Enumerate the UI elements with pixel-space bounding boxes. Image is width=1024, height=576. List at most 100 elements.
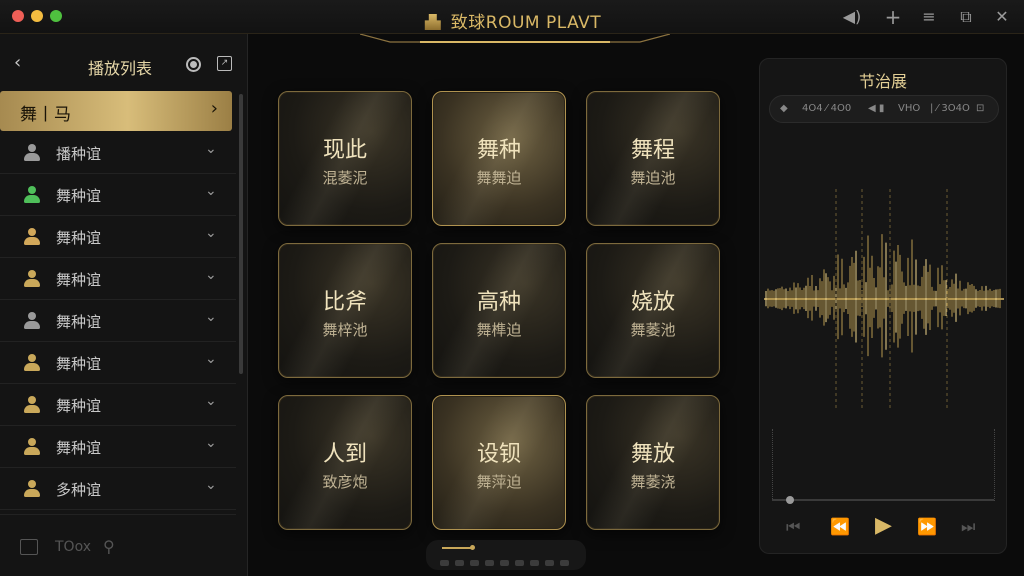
tile-subtitle: 舞梓池	[322, 321, 368, 339]
sidebar-item-label: 舞种谊	[56, 229, 102, 247]
sidebar-item[interactable]: 舞种谊 ⌄	[0, 174, 236, 216]
dance-tile[interactable]: 设钡 舞萍迫	[432, 395, 566, 530]
panel-tool[interactable]: VHO	[898, 103, 920, 114]
title-bar: 致球ROUM PLAVT ◀) + ≡ ⧉ ✕	[0, 0, 1024, 34]
app-title: 致球ROUM PLAVT	[0, 8, 1024, 33]
page-dot[interactable]	[500, 560, 509, 566]
person-icon	[24, 270, 40, 288]
chevron-down-icon[interactable]: ⌄	[205, 141, 217, 157]
page-dot[interactable]	[515, 560, 524, 566]
page-dot[interactable]	[470, 560, 479, 566]
chevron-down-icon[interactable]: ⌄	[205, 351, 217, 367]
seek-knob[interactable]	[786, 496, 794, 504]
page-dot[interactable]	[440, 560, 449, 566]
title-ornament	[360, 34, 670, 43]
record-icon[interactable]	[186, 57, 201, 72]
panel-tool[interactable]: ⊡	[976, 103, 984, 114]
transport-controls: ⏮ ⏪ ▶ ⏩ ⏭	[760, 513, 1008, 543]
sidebar-item[interactable]: 播种谊 ⌄	[0, 132, 236, 174]
device-icon[interactable]	[20, 539, 38, 555]
range-marker-right	[994, 429, 995, 501]
panel-tool[interactable]: | ⁄ 3O4O	[930, 103, 970, 114]
sidebar-footer: TOox ⚲	[0, 514, 236, 576]
playlist-sidebar: ‹ 播放列表 ↗ 舞⼁马 › 播种谊 ⌄ 舞种谊 ⌄ 舞种谊 ⌄ 舞种谊 ⌄ 舞种谊 ⌄ 舞种谊 ⌄ 舞…	[0, 34, 248, 576]
sidebar-item-label: 舞⼁马	[20, 105, 71, 125]
tile-title: 现此	[322, 138, 367, 163]
person-icon	[24, 396, 40, 414]
microphone-icon[interactable]: ⚲	[103, 537, 115, 556]
tile-subtitle: 致彦炮	[322, 473, 368, 491]
page-dot[interactable]	[560, 560, 569, 566]
sidebar-item[interactable]: 舞种谊 ⌄	[0, 426, 236, 468]
skip-start-icon[interactable]: ⏮	[786, 517, 800, 537]
chart-icon[interactable]: ↗	[217, 56, 232, 71]
page-indicator[interactable]	[426, 540, 586, 570]
chevron-down-icon[interactable]: ⌄	[205, 393, 217, 409]
footer-label: TOox	[55, 539, 91, 555]
sidebar-item[interactable]: 舞种谊 ⌄	[0, 384, 236, 426]
panel-tool[interactable]: ◆	[780, 103, 788, 114]
dance-tile[interactable]: ⼈到 致彦炮	[278, 395, 412, 530]
person-icon	[24, 354, 40, 372]
tile-title: 高种	[476, 290, 521, 315]
chevron-down-icon[interactable]: ⌄	[205, 183, 217, 199]
person-icon	[24, 144, 40, 162]
panel-tool[interactable]: ◀ ▮	[868, 103, 884, 114]
skip-end-icon[interactable]: ⏭	[961, 517, 975, 537]
chevron-down-icon[interactable]: ⌄	[205, 225, 217, 241]
app-title-text: 致球ROUM PLAVT	[450, 13, 602, 33]
sidebar-item-active[interactable]: 舞⼁马 ›	[0, 91, 232, 131]
chevron-down-icon[interactable]: ⌄	[205, 267, 217, 283]
sidebar-header: ‹ 播放列表 ↗	[0, 52, 248, 78]
crown-logo-icon	[424, 14, 441, 30]
dance-tile[interactable]: 舞放 舞萎浇	[586, 395, 720, 530]
dance-tile[interactable]: 高种 舞榫迫	[432, 243, 566, 378]
dance-tile[interactable]: 娆放 舞萎池	[586, 243, 720, 378]
panel-tool[interactable]: 4O4 ⁄ 4O0	[802, 103, 851, 114]
volume-icon[interactable]: ◀)	[842, 7, 862, 27]
dance-tile[interactable]: 现此 混萎泥	[278, 91, 412, 226]
person-icon	[24, 312, 40, 330]
tile-title: 舞程	[630, 138, 675, 163]
back-icon[interactable]: ‹	[14, 52, 21, 73]
chevron-down-icon[interactable]: ⌄	[205, 309, 217, 325]
person-icon	[24, 480, 40, 498]
dance-tile[interactable]: 比斧 舞梓池	[278, 243, 412, 378]
sidebar-scrollbar[interactable]	[239, 94, 243, 374]
person-icon	[24, 228, 40, 246]
filter-icon[interactable]: ≡	[919, 7, 939, 27]
tile-subtitle: 舞迫池	[630, 169, 676, 187]
fast-forward-icon[interactable]: ⏩	[917, 517, 937, 536]
tile-subtitle: 舞萎池	[630, 321, 676, 339]
sidebar-item[interactable]: 舞种谊 ⌄	[0, 258, 236, 300]
tile-subtitle: 舞榫迫	[476, 321, 522, 339]
chevron-down-icon[interactable]: ⌄	[205, 477, 217, 493]
waveform-panel: 节治展 ◆ 4O4 ⁄ 4O0 ◀ ▮ VHO | ⁄ 3O4O ⊡ ⏮ ⏪ ▶ ⏩ ⏭	[759, 58, 1007, 554]
sidebar-list: 播种谊 ⌄ 舞种谊 ⌄ 舞种谊 ⌄ 舞种谊 ⌄ 舞种谊 ⌄ 舞种谊 ⌄ 舞种谊 ⌄ 舞种谊 ⌄ 多种谊 ⌄	[0, 132, 236, 510]
tile-subtitle: 舞萍迫	[476, 473, 522, 491]
sidebar-item[interactable]: 多种谊 ⌄	[0, 468, 236, 510]
close-icon[interactable]: ✕	[992, 7, 1012, 27]
rewind-icon[interactable]: ⏪	[830, 517, 850, 536]
page-slider[interactable]	[442, 545, 475, 550]
page-dot[interactable]	[530, 560, 539, 566]
audio-waveform[interactable]	[764, 184, 1004, 414]
page-dot[interactable]	[485, 560, 494, 566]
sidebar-item[interactable]: 舞种谊 ⌄	[0, 216, 236, 258]
sidebar-item-label: 舞种谊	[56, 355, 102, 373]
add-icon[interactable]: +	[883, 7, 903, 27]
tile-title: ⼈到	[322, 442, 367, 467]
chevron-right-icon: ›	[210, 98, 218, 119]
dance-tile[interactable]: 舞种 舞舞迫	[432, 91, 566, 226]
seek-track[interactable]	[772, 499, 994, 501]
sidebar-item[interactable]: 舞种谊 ⌄	[0, 300, 236, 342]
sidebar-item[interactable]: 舞种谊 ⌄	[0, 342, 236, 384]
page-dot[interactable]	[545, 560, 554, 566]
dance-tile[interactable]: 舞程 舞迫池	[586, 91, 720, 226]
popout-icon[interactable]: ⧉	[956, 7, 976, 27]
sidebar-title: 播放列表	[88, 59, 153, 78]
play-icon[interactable]: ▶	[875, 513, 892, 538]
chevron-down-icon[interactable]: ⌄	[205, 435, 217, 451]
page-dot[interactable]	[455, 560, 464, 566]
tile-title: 设钡	[476, 442, 521, 467]
